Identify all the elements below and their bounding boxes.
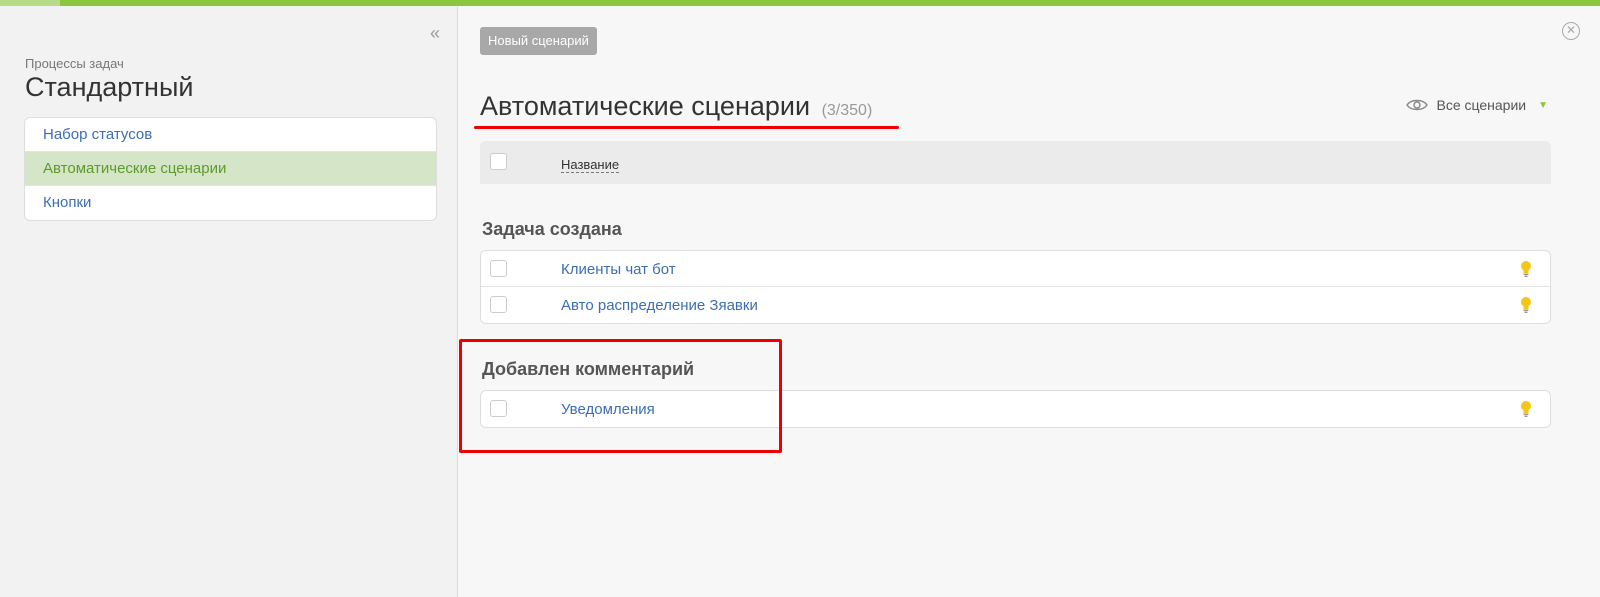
table-header: Название: [480, 141, 1551, 184]
chevron-down-icon: ▼: [1538, 99, 1548, 111]
select-all-checkbox[interactable]: [490, 153, 507, 170]
scenario-link[interactable]: Авто распределение Зяавки: [561, 297, 758, 314]
sidebar-title: Стандартный: [25, 72, 194, 102]
bulb-icon[interactable]: [1519, 260, 1533, 278]
new-scenario-button[interactable]: Новый сценарий: [480, 27, 597, 55]
group-task-created: Клиенты чат бот Авто распределение Зяавк…: [480, 250, 1551, 324]
highlight-annotation-box: [459, 339, 782, 453]
bulb-icon[interactable]: [1519, 400, 1533, 418]
column-header-name[interactable]: Название: [561, 157, 620, 173]
sidebar-item-auto-scenarios[interactable]: Автоматические сценарии: [25, 152, 436, 186]
sidebar-item-status-set[interactable]: Набор статусов: [25, 118, 436, 152]
bulb-icon[interactable]: [1519, 296, 1533, 314]
main-panel: Новый сценарий ✕ Автоматические сценарии…: [458, 6, 1600, 597]
scenario-filter-dropdown[interactable]: Все сценарии ▼: [1406, 97, 1548, 113]
sidebar-item-buttons[interactable]: Кнопки: [25, 186, 436, 220]
group-title-task-created: Задача создана: [482, 219, 622, 239]
sidebar-menu: Набор статусов Автоматические сценарии К…: [24, 117, 437, 221]
breadcrumb: Процессы задач: [25, 56, 124, 71]
collapse-icon[interactable]: «: [430, 24, 440, 42]
filter-label: Все сценарии: [1436, 97, 1527, 113]
row-checkbox[interactable]: [490, 296, 507, 313]
title-underline-annotation: [474, 126, 899, 129]
page-title: Автоматические сценарии (3/350): [480, 91, 872, 122]
row-checkbox[interactable]: [490, 260, 507, 277]
scenario-count: (3/350): [821, 102, 873, 119]
sidebar: « Процессы задач Стандартный Набор стату…: [0, 6, 458, 597]
table-row: Авто распределение Зяавки: [481, 287, 1550, 323]
table-row: Клиенты чат бот: [481, 251, 1550, 287]
scenario-link[interactable]: Клиенты чат бот: [561, 261, 676, 278]
page-title-text: Автоматические сценарии: [480, 91, 811, 121]
eye-icon: [1406, 99, 1429, 111]
close-icon[interactable]: ✕: [1562, 22, 1580, 40]
